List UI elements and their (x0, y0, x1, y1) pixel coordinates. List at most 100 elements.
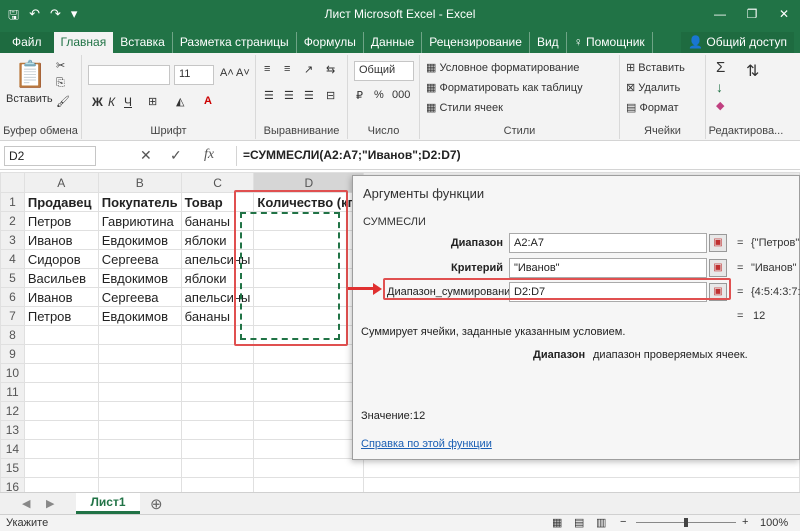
cell[interactable] (180, 401, 255, 421)
row-header[interactable]: 11 (0, 382, 25, 402)
cell[interactable] (253, 363, 365, 383)
format-painter-icon[interactable]: 🖌 (56, 95, 70, 108)
cell[interactable] (23, 344, 99, 364)
insert-cells-button[interactable]: ⊞ Вставить (626, 61, 685, 74)
help-link[interactable]: Справка по этой функции (361, 438, 492, 450)
cell-styles-button[interactable]: ▦ Стили ячеек (426, 101, 503, 114)
copy-icon[interactable]: ⎘ (56, 77, 65, 90)
cell[interactable] (253, 344, 365, 364)
thousands-icon[interactable]: 000 (392, 89, 410, 101)
row-header[interactable]: 2 (0, 211, 25, 231)
arg-input-range[interactable]: A2:A7 (509, 233, 707, 253)
row-header[interactable]: 12 (0, 401, 25, 421)
cell[interactable]: Петров (23, 306, 99, 326)
sort-filter-icon[interactable]: ⇅ (746, 61, 759, 81)
row-header[interactable]: 4 (0, 249, 25, 269)
cell[interactable] (97, 325, 182, 345)
page-break-view-icon[interactable]: ▥ (596, 516, 606, 529)
align-center-icon[interactable]: ☰ (284, 89, 294, 102)
formula-input[interactable]: =СУММЕСЛИ(A2:A7;"Иванов";D2:D7) (236, 146, 796, 166)
cell[interactable] (363, 458, 800, 478)
zoom-in-button[interactable]: + (742, 516, 748, 528)
cell[interactable]: Продавец (23, 192, 99, 212)
column-header[interactable]: A (23, 172, 99, 193)
cell[interactable]: Васильев (23, 268, 99, 288)
cell[interactable] (97, 439, 182, 459)
cell[interactable]: Петров (23, 211, 99, 231)
align-middle-icon[interactable]: ≡ (284, 63, 290, 75)
zoom-level[interactable]: 100% (760, 517, 788, 529)
page-layout-view-icon[interactable]: ▤ (574, 516, 584, 529)
row-header[interactable]: 10 (0, 363, 25, 383)
collapse-range-icon[interactable]: ▣ (709, 234, 727, 252)
font-name-dropdown[interactable] (88, 65, 170, 85)
cell[interactable]: Иванов (23, 287, 99, 307)
cell[interactable] (23, 458, 99, 478)
align-left-icon[interactable]: ☰ (264, 89, 274, 102)
zoom-slider-thumb[interactable] (684, 518, 688, 527)
cell[interactable] (23, 420, 99, 440)
cell[interactable] (97, 382, 182, 402)
cell[interactable] (253, 439, 365, 459)
cell[interactable] (23, 477, 99, 492)
cell[interactable] (23, 382, 99, 402)
fill-color-icon[interactable]: ◭ (176, 95, 184, 108)
shrink-font-button[interactable]: A˅ (236, 67, 250, 79)
cell[interactable] (180, 344, 255, 364)
cell[interactable]: Иванов (23, 230, 99, 250)
cell[interactable] (363, 477, 800, 492)
cell[interactable] (180, 439, 255, 459)
tab-insert[interactable]: Вставка (113, 32, 173, 53)
font-size-dropdown[interactable]: 11 (174, 65, 214, 85)
align-top-icon[interactable]: ≡ (264, 63, 270, 75)
cell[interactable]: Сергеева (97, 287, 182, 307)
tab-formulas[interactable]: Формулы (297, 32, 364, 53)
fill-icon[interactable]: ↓ (716, 79, 723, 95)
cell[interactable] (23, 363, 99, 383)
cell[interactable] (97, 477, 182, 492)
borders-icon[interactable]: ⊞ (148, 95, 157, 108)
row-header[interactable]: 15 (0, 458, 25, 478)
tab-data[interactable]: Данные (364, 32, 423, 53)
close-button[interactable]: ✕ (768, 0, 800, 28)
cell[interactable] (180, 477, 255, 492)
insert-function-button[interactable]: fx (204, 147, 214, 163)
tab-view[interactable]: Вид (530, 32, 567, 53)
row-header[interactable]: 6 (0, 287, 25, 307)
row-header[interactable]: 5 (0, 268, 25, 288)
paste-button[interactable]: Вставить (6, 93, 53, 105)
add-sheet-icon[interactable]: ⊕ (150, 495, 163, 513)
bold-button[interactable]: Ж (92, 95, 103, 109)
currency-icon[interactable]: ₽ (356, 89, 363, 102)
tab-page-layout[interactable]: Разметка страницы (173, 32, 297, 53)
format-cells-button[interactable]: ▤ Формат (626, 101, 679, 114)
select-all-corner[interactable] (0, 172, 25, 193)
arg-input-criterion[interactable]: "Иванов" (509, 258, 707, 278)
italic-button[interactable]: К (108, 95, 115, 109)
font-color-icon[interactable]: A (204, 95, 212, 107)
tab-review[interactable]: Рецензирование (422, 32, 530, 53)
cell[interactable] (97, 363, 182, 383)
row-header[interactable]: 14 (0, 439, 25, 459)
conditional-formatting-button[interactable]: ▦ Условное форматирование (426, 61, 579, 74)
autosum-icon[interactable]: Σ (716, 59, 725, 76)
cell[interactable] (180, 458, 255, 478)
row-header[interactable]: 3 (0, 230, 25, 250)
restore-button[interactable]: ❐ (736, 0, 768, 28)
delete-cells-button[interactable]: ⊠ Удалить (626, 81, 680, 94)
column-header[interactable]: B (97, 172, 182, 193)
sheet-nav-next-icon[interactable]: ▶ (46, 497, 54, 510)
percent-icon[interactable]: % (374, 89, 384, 101)
cell[interactable] (97, 458, 182, 478)
cell[interactable]: Евдокимов (97, 230, 182, 250)
sheet-tab[interactable]: Лист1 (76, 493, 140, 514)
merge-cells-icon[interactable]: ⊟ (326, 89, 335, 102)
orientation-icon[interactable]: ↗ (304, 63, 313, 76)
row-header[interactable]: 9 (0, 344, 25, 364)
cell[interactable]: Покупатель (97, 192, 182, 212)
cell[interactable] (253, 382, 365, 402)
paste-icon[interactable]: 📋 (14, 59, 46, 90)
cell[interactable] (97, 401, 182, 421)
cut-icon[interactable]: ✂ (56, 59, 65, 72)
align-right-icon[interactable]: ☰ (304, 89, 314, 102)
